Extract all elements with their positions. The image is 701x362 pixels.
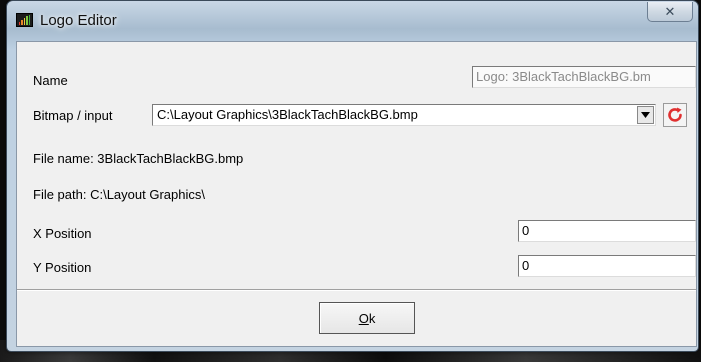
logo-editor-window: Logo Editor ✕ Name Logo: 3BlackTachBlack… — [6, 0, 699, 352]
ok-mnemonic: O — [358, 310, 369, 326]
bitmap-input-value: C:\Layout Graphics\3BlackTachBlackBG.bmp — [157, 107, 418, 122]
x-position-input[interactable]: 0 — [518, 220, 696, 242]
x-position-label: X Position — [33, 226, 92, 241]
file-name-text: File name: 3BlackTachBlackBG.bmp — [33, 151, 244, 166]
bitmap-input-select[interactable]: C:\Layout Graphics\3BlackTachBlackBG.bmp — [152, 104, 656, 126]
footer-divider — [17, 289, 696, 291]
ok-button-label: Ok — [359, 311, 376, 326]
file-path-text: File path: C:\Layout Graphics\ — [33, 187, 205, 202]
name-label: Name — [33, 73, 68, 88]
name-field[interactable]: Logo: 3BlackTachBlackBG.bm — [472, 66, 696, 88]
ok-button[interactable]: Ok — [319, 302, 415, 334]
bitmap-label: Bitmap / input — [33, 108, 113, 123]
title-bar[interactable]: Logo Editor ✕ — [7, 1, 698, 41]
ok-label-rest: k — [368, 310, 376, 326]
close-button[interactable]: ✕ — [647, 2, 693, 22]
window-title: Logo Editor — [40, 12, 117, 29]
chevron-down-icon — [641, 112, 650, 118]
dropdown-button[interactable] — [637, 106, 654, 124]
y-position-input[interactable]: 0 — [518, 255, 696, 277]
dialog-body: Name Logo: 3BlackTachBlackBG.bm Bitmap /… — [16, 41, 697, 347]
y-position-label: Y Position — [33, 260, 92, 275]
bar-chart-icon — [16, 13, 33, 27]
refresh-button[interactable] — [663, 103, 687, 127]
close-icon: ✕ — [664, 3, 676, 19]
refresh-icon — [668, 107, 682, 122]
